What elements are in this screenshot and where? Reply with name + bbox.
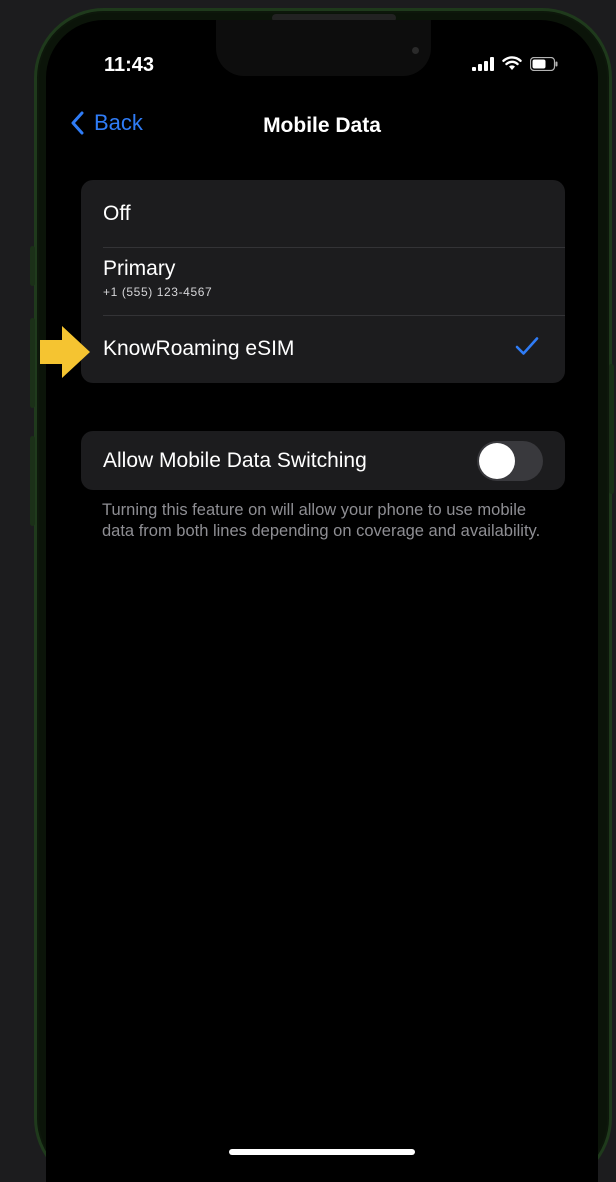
side-button-mute xyxy=(30,246,35,286)
cellular-signal-icon xyxy=(472,56,494,76)
option-knowroaming-esim[interactable]: KnowRoaming eSIM xyxy=(81,315,565,383)
option-primary[interactable]: Primary +1 (555) 123-4567 xyxy=(81,247,565,315)
option-off-label: Off xyxy=(103,201,131,225)
arrow-pointer-icon xyxy=(40,326,90,383)
phone-screen: 11:43 Back Mobile Data Off Primary +1 (5… xyxy=(46,20,598,1182)
status-icons xyxy=(472,56,558,76)
front-camera xyxy=(412,47,419,54)
page-title: Mobile Data xyxy=(263,114,381,137)
option-primary-label: Primary xyxy=(103,257,176,280)
home-indicator[interactable] xyxy=(229,1149,415,1155)
data-switching-row: Allow Mobile Data Switching xyxy=(81,431,565,490)
battery-icon xyxy=(529,56,558,76)
data-switching-toggle[interactable] xyxy=(477,441,543,481)
side-button-power xyxy=(609,364,614,494)
status-time: 11:43 xyxy=(104,54,155,76)
toggle-knob xyxy=(479,443,515,479)
side-button-volume-down xyxy=(30,436,35,526)
checkmark-icon xyxy=(515,336,539,362)
wifi-icon xyxy=(502,56,522,76)
notch xyxy=(216,20,431,76)
data-switching-section: Allow Mobile Data Switching xyxy=(81,431,565,490)
option-primary-number: +1 (555) 123-4567 xyxy=(103,285,213,299)
mobile-data-options: Off Primary +1 (555) 123-4567 KnowRoamin… xyxy=(81,180,565,383)
data-switching-footnote: Turning this feature on will allow your … xyxy=(102,501,541,540)
option-esim-label: KnowRoaming eSIM xyxy=(103,337,295,360)
option-off[interactable]: Off xyxy=(81,180,565,247)
data-switching-label: Allow Mobile Data Switching xyxy=(103,448,367,472)
side-button-volume-up xyxy=(30,318,35,408)
